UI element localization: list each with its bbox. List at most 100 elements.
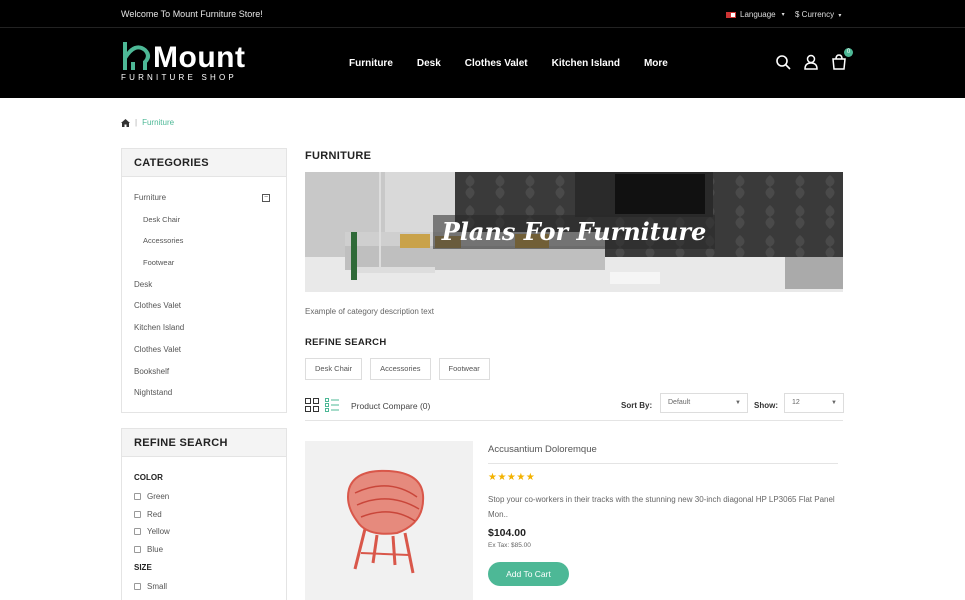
category-item[interactable]: Nightstand	[134, 382, 274, 404]
color-option-label: Blue	[147, 544, 164, 554]
category-item[interactable]: Clothes Valet	[134, 295, 274, 317]
product-name[interactable]: Accusantium Doloremque	[488, 444, 597, 455]
color-filter-option[interactable]: Green	[134, 488, 274, 506]
welcome-message: Welcome To Mount Furniture Store!	[121, 9, 263, 19]
show-value: 12	[792, 399, 800, 406]
language-selector[interactable]: Language ▾	[726, 10, 785, 19]
store-logo[interactable]: Mount FURNITURE SHOP	[121, 40, 246, 85]
refine-search-title: REFINE SEARCH	[122, 429, 286, 457]
category-label: Furniture	[134, 193, 167, 202]
chevron-down-icon: ▾	[781, 12, 785, 18]
product-toolbar: Product Compare (0) Sort By: Default ▼ S…	[305, 393, 844, 421]
breadcrumb-current[interactable]: Furniture	[142, 118, 174, 127]
checkbox[interactable]	[134, 528, 141, 536]
chair-image	[347, 469, 425, 574]
refine-chip-accessories[interactable]: Accessories	[370, 358, 431, 380]
category-description: Example of category description text	[305, 307, 434, 316]
rating-stars: ★★★★★	[488, 472, 536, 483]
nav-item-desk[interactable]: Desk	[417, 58, 441, 69]
sort-value: Default	[668, 399, 691, 406]
product-ex-tax: Ex Tax: $85.00	[488, 542, 531, 549]
banner-title: Plans For Furniture	[441, 217, 707, 246]
color-option-label: Yellow	[147, 527, 170, 537]
color-option-label: Red	[147, 509, 162, 519]
color-filter-option[interactable]: Blue	[134, 541, 274, 559]
sort-select[interactable]: Default ▼	[660, 393, 748, 413]
checkbox[interactable]	[134, 583, 141, 591]
product-divider	[488, 463, 838, 464]
categories-title: CATEGORIES	[122, 149, 286, 177]
sort-by-label: Sort By:	[621, 401, 653, 410]
user-icon[interactable]	[803, 54, 819, 70]
show-label: Show:	[754, 401, 778, 410]
category-banner: Plans For Furniture	[305, 172, 843, 292]
refine-chip-desk-chair[interactable]: Desk Chair	[305, 358, 363, 380]
size-option-label: Small	[147, 582, 168, 592]
checkbox[interactable]	[134, 510, 141, 518]
cart-icon[interactable]: 0	[831, 48, 853, 70]
nav-item-clothes-valet[interactable]: Clothes Valet	[465, 58, 528, 69]
category-label: Desk Chair	[143, 214, 181, 224]
color-filter-heading: COLOR	[134, 473, 163, 482]
show-select[interactable]: 12 ▼	[784, 393, 844, 413]
refine-search-panel: REFINE SEARCH COLOR Green Red Yellow Blue S…	[121, 428, 287, 600]
currency-label: $ Currency	[795, 10, 835, 19]
caret-down-icon: ▼	[831, 400, 837, 406]
collapse-icon[interactable]: −	[262, 194, 270, 202]
nav-item-furniture[interactable]: Furniture	[349, 58, 393, 69]
category-label: Nightstand	[134, 388, 173, 398]
language-label: Language	[740, 10, 776, 19]
category-label: Clothes Valet	[134, 344, 181, 354]
breadcrumb: | Furniture	[121, 118, 174, 127]
currency-selector[interactable]: $ Currency ▾	[795, 10, 841, 19]
nav-item-kitchen-island[interactable]: Kitchen Island	[552, 58, 620, 69]
refine-chip-footwear[interactable]: Footwear	[438, 358, 490, 380]
refine-search-heading: REFINE SEARCH	[305, 337, 387, 348]
cart-count-badge: 0	[844, 48, 853, 57]
list-view-icon[interactable]	[325, 398, 339, 412]
logo-tagline: FURNITURE SHOP	[121, 73, 237, 82]
product-description: Stop your co-workers in their tracks wit…	[488, 495, 835, 519]
flag-icon	[726, 11, 736, 18]
main-header: Mount FURNITURE SHOP Furniture Desk Clot…	[0, 28, 965, 98]
product-price: $104.00	[488, 527, 526, 539]
home-icon[interactable]	[121, 118, 130, 127]
category-list: Furniture − Desk Chair Accessories Footwear D…	[122, 177, 286, 414]
logo-mark-icon	[123, 42, 150, 70]
category-label: Desk	[134, 279, 153, 289]
category-item[interactable]: Kitchen Island	[134, 317, 274, 339]
search-icon[interactable]	[775, 54, 791, 70]
size-filter-heading: SIZE	[134, 563, 152, 572]
category-item[interactable]: Bookshelf	[134, 361, 274, 383]
caret-down-icon: ▼	[735, 400, 741, 406]
product-image[interactable]	[305, 441, 473, 600]
top-bar: Welcome To Mount Furniture Store! Langua…	[0, 0, 965, 28]
category-label: Accessories	[143, 236, 184, 246]
size-filter-option[interactable]: Small	[134, 578, 274, 596]
categories-panel: CATEGORIES Furniture − Desk Chair Accessori…	[121, 148, 287, 413]
color-option-label: Green	[147, 492, 170, 502]
logo-word: Mount	[153, 41, 246, 74]
category-item[interactable]: Clothes Valet	[134, 339, 274, 361]
category-label: Bookshelf	[134, 366, 170, 376]
checkbox[interactable]	[134, 493, 141, 501]
category-item[interactable]: Desk Chair	[134, 209, 274, 231]
category-label: Clothes Valet	[134, 301, 181, 311]
header-icons: 0	[775, 48, 853, 70]
nav-item-more[interactable]: More	[644, 58, 668, 69]
grid-view-icon[interactable]	[305, 398, 319, 412]
category-item[interactable]: Furniture −	[134, 187, 274, 209]
add-to-cart-button[interactable]: Add To Cart	[488, 562, 569, 586]
category-label: Kitchen Island	[134, 323, 185, 333]
category-item[interactable]: Footwear	[134, 252, 274, 274]
color-filter-option[interactable]: Yellow	[134, 523, 274, 541]
category-item[interactable]: Accessories	[134, 230, 274, 252]
checkbox[interactable]	[134, 545, 141, 553]
category-label: Footwear	[143, 258, 175, 268]
product-compare-link[interactable]: Product Compare (0)	[351, 401, 430, 411]
page-title: FURNITURE	[305, 150, 372, 162]
category-item[interactable]: Desk	[134, 274, 274, 296]
breadcrumb-separator: |	[135, 118, 138, 127]
color-filter-option[interactable]: Red	[134, 506, 274, 524]
chevron-down-icon: ▾	[838, 13, 842, 19]
